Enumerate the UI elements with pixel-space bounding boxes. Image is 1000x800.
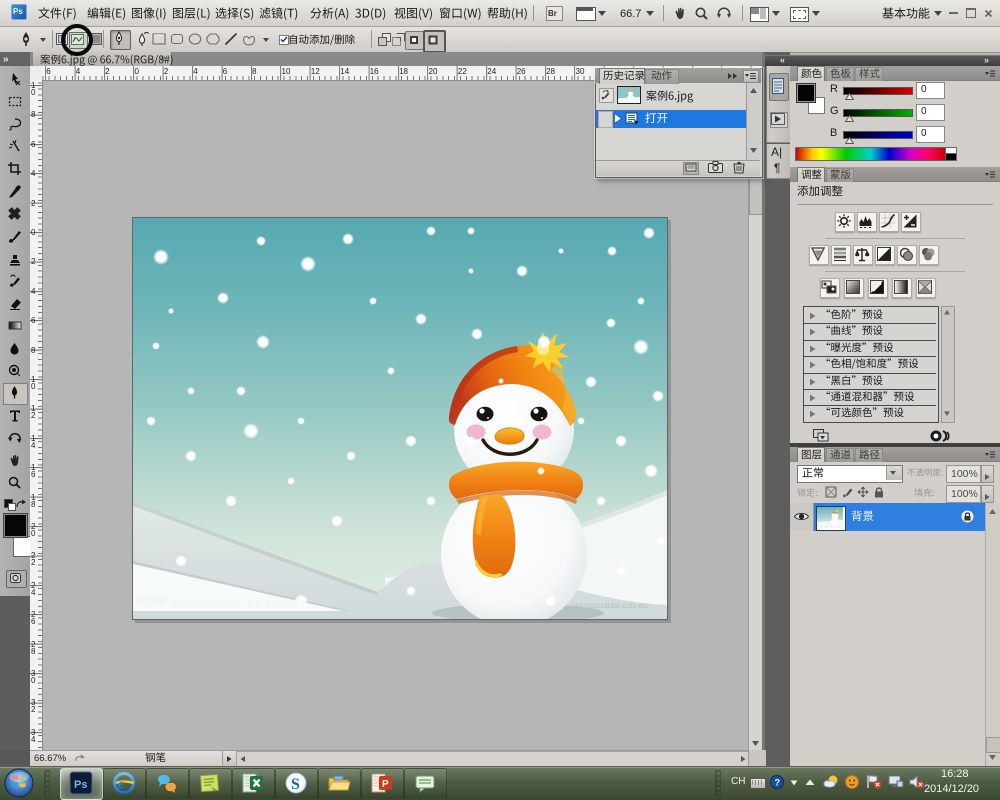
svg-text:www.nipic.com BY: youngoo: www.nipic.com BY: youngoo bbox=[170, 598, 305, 609]
svg-text:Ps: Ps bbox=[74, 779, 87, 791]
svg-text:P: P bbox=[382, 779, 389, 790]
svg-text:S: S bbox=[291, 776, 300, 793]
svg-text:e: e bbox=[118, 777, 124, 792]
svg-text:?: ? bbox=[775, 778, 781, 788]
svg-text:NO.20091231332-5233-551: NO.20091231332-5233-551 bbox=[573, 604, 648, 610]
